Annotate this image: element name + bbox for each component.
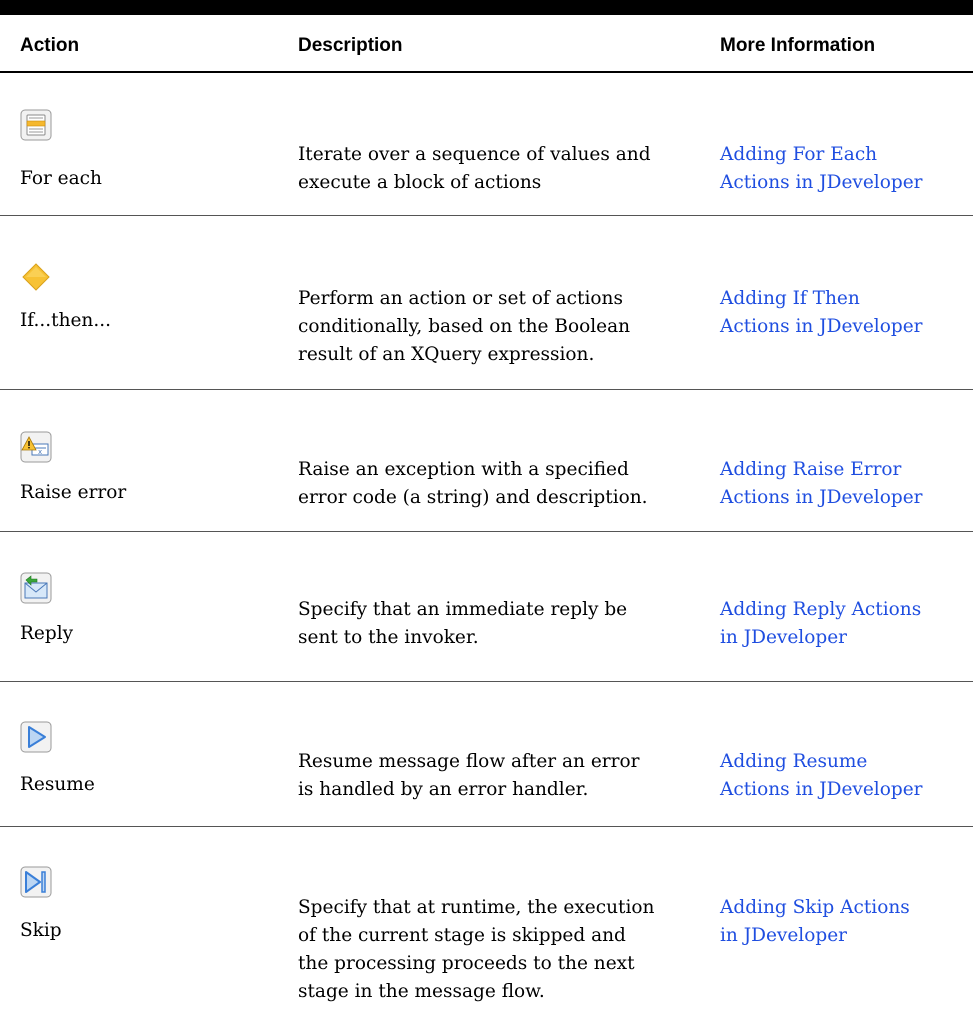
row-divider xyxy=(0,826,973,827)
top-bar xyxy=(0,0,973,15)
action-label: For each xyxy=(20,168,102,189)
action-label: Raise error xyxy=(20,482,127,503)
reply-envelope-icon xyxy=(20,572,52,604)
description-text: Raise an exception with a specified erro… xyxy=(298,459,648,508)
header-divider xyxy=(0,71,973,73)
for-each-icon xyxy=(20,109,52,141)
resume-play-icon xyxy=(20,721,52,753)
row-divider xyxy=(0,531,973,532)
row-divider xyxy=(0,681,973,682)
action-label: If...then... xyxy=(20,310,111,331)
more-info-link[interactable]: Adding Resume Actions in JDeveloper xyxy=(720,748,970,804)
description-text: Specify that an immediate reply be sent … xyxy=(298,599,628,648)
action-label: Resume xyxy=(20,774,95,795)
raise-error-warning-icon: x xyxy=(20,431,52,463)
description-text: Perform an action or set of actions cond… xyxy=(298,288,631,365)
description-text: Specify that at runtime, the execution o… xyxy=(298,897,655,1002)
description-text: Iterate over a sequence of values and ex… xyxy=(298,144,651,193)
row-divider xyxy=(0,215,973,216)
if-then-diamond-icon xyxy=(22,263,50,291)
description-text: Resume message flow after an error is ha… xyxy=(298,751,640,800)
more-info-link[interactable]: Adding Reply Actions in JDeveloper xyxy=(720,596,970,652)
row-divider xyxy=(0,389,973,390)
more-info-link[interactable]: Adding Raise Error Actions in JDeveloper xyxy=(720,456,970,512)
action-label: Skip xyxy=(20,920,62,941)
more-info-link[interactable]: Adding If Then Actions in JDeveloper xyxy=(720,285,970,341)
skip-next-icon xyxy=(20,866,52,898)
header-action: Action xyxy=(20,35,80,56)
header-more-information: More Information xyxy=(720,35,876,56)
svg-text:x: x xyxy=(38,448,42,456)
header-description: Description xyxy=(298,35,403,56)
more-info-link[interactable]: Adding Skip Actions in JDeveloper xyxy=(720,894,970,950)
action-label: Reply xyxy=(20,623,74,644)
more-info-link[interactable]: Adding For Each Actions in JDeveloper xyxy=(720,141,970,197)
